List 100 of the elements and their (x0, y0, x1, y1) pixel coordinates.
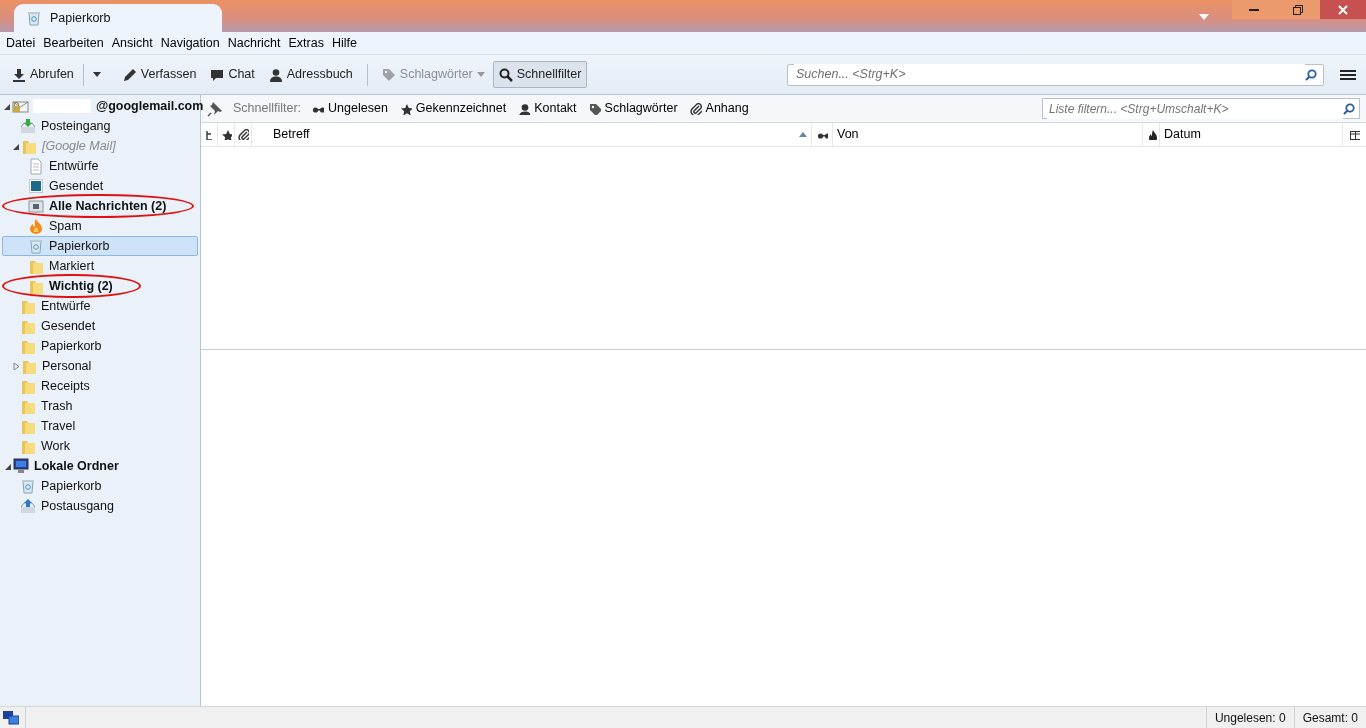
column-picker-icon (1349, 129, 1360, 140)
folder-label: [Google Mail] (42, 137, 116, 155)
folder-item[interactable]: Gesendet (2, 176, 198, 196)
toolbar-button[interactable]: Abrufen (6, 61, 80, 88)
caret-icon (92, 71, 101, 78)
folder-item[interactable]: Lokale Ordner (2, 456, 198, 476)
folder-label: Personal (42, 357, 92, 375)
menu-item[interactable]: Extras (284, 33, 328, 53)
folder-item[interactable]: Papierkorb (2, 336, 198, 356)
folder-item[interactable]: Travel (2, 416, 198, 436)
menu-icon[interactable] (1340, 67, 1356, 82)
folder-item[interactable]: Spam (2, 216, 198, 236)
toolbar-button[interactable]: Chat (204, 61, 261, 88)
folder-label: Wichtig (2) (49, 277, 113, 295)
archive-icon (28, 197, 45, 215)
folder-label: Gesendet (49, 177, 104, 195)
folder-item[interactable]: Alle Nachrichten (2) (2, 196, 198, 216)
window-title: Papierkorb (50, 9, 111, 27)
close-button[interactable] (1320, 0, 1366, 19)
folder-item[interactable]: Trash (2, 396, 198, 416)
trash-icon (28, 237, 45, 255)
star-icon (220, 129, 232, 140)
pin-icon[interactable] (207, 100, 223, 117)
trash-icon (20, 477, 37, 495)
folder-item[interactable]: Markiert (2, 256, 198, 276)
dropdown-arrow-icon[interactable] (1198, 13, 1210, 21)
folder-label: Gesendet (41, 317, 96, 335)
window-tab[interactable]: Papierkorb (14, 4, 222, 32)
paperclip-icon (237, 129, 249, 140)
folder-label: Papierkorb (41, 337, 102, 355)
folder-label: @googlemail.com (96, 97, 204, 115)
toolbar-button[interactable]: Verfassen (116, 61, 203, 88)
trash-icon (26, 10, 42, 26)
collapsed-triangle-icon[interactable] (12, 362, 20, 370)
filter-button[interactable]: Gekennzeichnet (398, 99, 508, 118)
folder-label: Entwürfe (49, 157, 99, 175)
filter-button[interactable]: Anhang (688, 99, 750, 118)
search-icon (1343, 102, 1355, 115)
menu-item[interactable]: Navigation (156, 33, 224, 53)
menu-item[interactable]: Hilfe (327, 33, 361, 53)
sent-icon (28, 177, 45, 195)
tag-icon (588, 102, 601, 115)
filter-button[interactable]: Ungelesen (311, 99, 389, 118)
restore-button[interactable] (1276, 0, 1320, 19)
menu-item[interactable]: Datei (2, 33, 40, 53)
expanded-triangle-icon[interactable] (4, 462, 12, 470)
person-icon (518, 102, 531, 115)
document-icon (28, 157, 45, 175)
folder-label: Trash (41, 397, 73, 415)
search-icon (498, 67, 513, 82)
filter-button[interactable]: Schlagwörter (587, 99, 679, 118)
folder-label: Papierkorb (49, 237, 110, 255)
folder-item[interactable]: Entwürfe (2, 296, 198, 316)
filter-label: Schnellfilter: (233, 100, 302, 118)
folder-item[interactable]: Personal (2, 356, 198, 376)
folder-item[interactable]: Papierkorb (2, 236, 198, 256)
status-text: Ungelesen: 0 (1205, 707, 1294, 728)
download-icon (12, 67, 26, 82)
folder-label: Work (41, 437, 70, 455)
offline-status-icon[interactable] (3, 710, 19, 725)
caret-icon (476, 71, 485, 78)
thread-icon (203, 129, 215, 140)
menu-item[interactable]: Bearbeiten (39, 33, 108, 53)
folder-item[interactable]: Postausgang (2, 496, 198, 516)
folder-label: Papierkorb (41, 477, 102, 495)
toolbar-button[interactable]: Schnellfilter (492, 61, 588, 88)
folder-label: Travel (41, 417, 76, 435)
folder-label: Lokale Ordner (34, 457, 119, 475)
status-text: Gesamt: 0 (1293, 707, 1366, 728)
speech-bubble-icon (210, 67, 225, 82)
computer-icon (13, 457, 30, 475)
folder-item[interactable]: Papierkorb (2, 476, 198, 496)
minimize-icon (1249, 8, 1259, 11)
filter-field[interactable]: Liste filtern... <Strg+Umschalt+K> (1042, 98, 1360, 119)
sort-ascending-icon (799, 131, 807, 138)
folder-item[interactable]: Posteingang (2, 116, 198, 136)
restore-icon (1293, 4, 1303, 15)
folder-item[interactable]: Work (2, 436, 198, 456)
filter-button[interactable]: Kontakt (517, 99, 578, 118)
column-header[interactable] (235, 123, 252, 146)
folder-label: Entwürfe (41, 297, 91, 315)
menu-item[interactable]: Nachricht (223, 33, 285, 53)
person-icon (268, 67, 283, 82)
folder-label: Posteingang (41, 117, 111, 135)
menu-item[interactable]: Ansicht (107, 33, 157, 53)
folder-item[interactable]: Gesendet (2, 316, 198, 336)
expanded-triangle-icon[interactable] (4, 102, 11, 110)
folder-label: Spam (49, 217, 82, 235)
folder-item[interactable]: Receipts (2, 376, 198, 396)
folder-item[interactable]: Wichtig (2) (2, 276, 198, 296)
outbox-icon (20, 497, 37, 515)
toolbar-button[interactable]: Adressbuch (262, 61, 359, 88)
flame-icon (28, 217, 45, 235)
inbox-icon (20, 117, 37, 135)
folder-label: Postausgang (41, 497, 114, 515)
expanded-triangle-icon[interactable] (12, 142, 20, 150)
star-icon (399, 102, 412, 115)
search-field[interactable]: Suchen... <Strg+K> (787, 63, 1324, 86)
folder-item[interactable]: Entwürfe (2, 156, 198, 176)
minimize-button[interactable] (1232, 0, 1276, 19)
